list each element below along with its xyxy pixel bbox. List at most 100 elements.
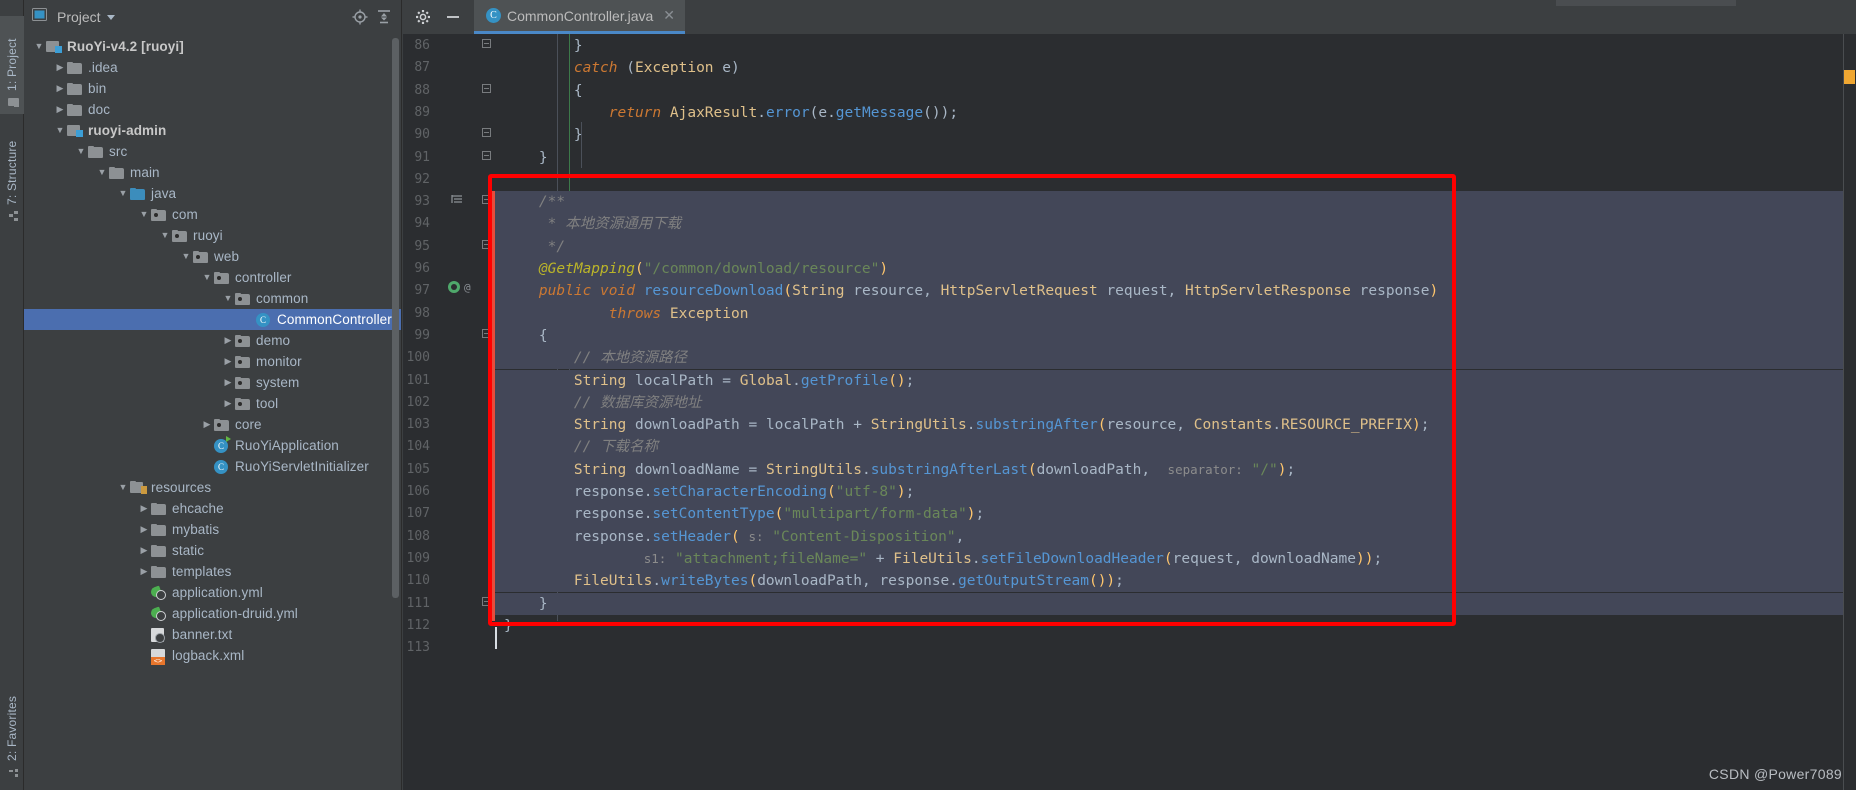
tree-item-doc[interactable]: ▶ doc [24,99,401,120]
code-line[interactable]: public void resourceDownload(String reso… [492,280,1856,303]
code-line[interactable] [492,637,1856,659]
tree-item-common[interactable]: ▼ common [24,288,401,309]
chevron-down-icon[interactable]: ▼ [137,210,151,219]
tree-item-system[interactable]: ▶ system [24,372,401,393]
tree-item-logback-xml[interactable]: ▶logback.xml [24,645,401,666]
fold-toggle-icon[interactable] [481,147,492,169]
chevron-right-icon[interactable]: ▶ [221,357,235,366]
settings-icon[interactable] [414,8,432,26]
code-line[interactable]: /** [492,191,1856,214]
tree-item-ehcache[interactable]: ▶ ehcache [24,498,401,519]
tree-item-demo[interactable]: ▶ demo [24,330,401,351]
chevron-down-icon[interactable]: ▼ [221,294,235,303]
tree-item-banner-txt[interactable]: ▶banner.txt [24,624,401,645]
code-line[interactable]: } [492,615,1856,637]
editor-code-area[interactable]: } catch (Exception e) { return AjaxResul… [492,34,1856,790]
fold-toggle-icon[interactable] [481,124,492,146]
code-line[interactable]: throws Exception [492,302,1856,325]
error-stripe[interactable] [1843,34,1856,790]
fold-toggle-icon[interactable] [481,35,492,57]
tree-item-bin[interactable]: ▶ bin [24,78,401,99]
chevron-down-icon[interactable]: ▼ [158,231,172,240]
code-line[interactable]: return AjaxResult.error(e.getMessage()); [492,102,1856,124]
chevron-down-icon[interactable] [106,14,115,20]
tree-item-resources[interactable]: ▼ resources [24,477,401,498]
tree-item-mybatis[interactable]: ▶ mybatis [24,519,401,540]
javadoc-gutter-icon[interactable] [451,191,463,213]
tree-item-ruoyiapplication[interactable]: ▶CRuoYiApplication [24,435,401,456]
code-line[interactable]: { [492,80,1856,102]
locate-icon[interactable] [351,8,369,26]
tree-item-static[interactable]: ▶ static [24,540,401,561]
tool-tab-structure[interactable]: 7: Structure [0,120,24,228]
fold-toggle-icon[interactable] [481,325,492,347]
tree-item-src[interactable]: ▼ src [24,141,401,162]
chevron-right-icon[interactable]: ▶ [221,336,235,345]
spring-bean-gutter-icon[interactable]: @ [447,280,477,302]
chevron-right-icon[interactable]: ▶ [53,105,67,114]
code-line[interactable]: response.setContentType("multipart/form-… [492,503,1856,526]
code-line[interactable]: // 本地资源路径 [492,347,1856,370]
code-line[interactable]: @GetMapping("/common/download/resource") [492,258,1856,281]
tree-item-templates[interactable]: ▶ templates [24,561,401,582]
tree-item-application-druid-yml[interactable]: ▶application-druid.yml [24,603,401,624]
tree-item-ruoyi-admin[interactable]: ▼ ruoyi-admin [24,120,401,141]
chevron-right-icon[interactable]: ▶ [137,567,151,576]
code-line[interactable]: } [492,35,1856,57]
tree-item-ruoyi-v4-2-ruoyi[interactable]: ▼ RuoYi-v4.2 [ruoyi] [24,36,401,57]
code-line[interactable]: FileUtils.writeBytes(downloadPath, respo… [492,570,1856,593]
project-tree-panel[interactable]: ▼ RuoYi-v4.2 [ruoyi] ▶ .idea ▶ bin ▶ doc ▼ ruoyi-… [24,34,402,790]
chevron-right-icon[interactable]: ▶ [53,63,67,72]
code-line[interactable]: s1: "attachment;fileName=" + FileUtils.s… [492,547,1856,571]
chevron-down-icon[interactable]: ▼ [116,189,130,198]
chevron-down-icon[interactable]: ▼ [74,147,88,156]
code-line[interactable]: */ [492,235,1856,258]
fold-toggle-icon[interactable] [481,80,492,102]
tool-tab-project[interactable]: 1: Project [0,16,24,114]
tree-scrollbar[interactable] [392,38,399,598]
code-line[interactable]: catch (Exception e) [492,57,1856,79]
tree-item-web[interactable]: ▼ web [24,246,401,267]
hide-panel-icon[interactable] [444,8,462,26]
code-line[interactable]: } [492,592,1856,615]
warning-marker[interactable] [1844,70,1855,84]
code-line[interactable]: { [492,324,1856,348]
chevron-right-icon[interactable]: ▶ [221,378,235,387]
code-line[interactable]: } [492,147,1856,169]
fold-toggle-icon[interactable] [481,191,492,213]
fold-toggle-icon[interactable] [481,593,492,615]
chevron-down-icon[interactable]: ▼ [179,252,193,261]
collapse-all-icon[interactable] [375,8,393,26]
tree-item-application-yml[interactable]: ▶application.yml [24,582,401,603]
tree-item-ruoyi[interactable]: ▼ ruoyi [24,225,401,246]
editor-gutter[interactable]: 86 87 88 89 90 91 92 93 94 95 96 97 @98 99 100 101 102 10… [403,34,492,790]
chevron-down-icon[interactable]: ▼ [53,126,67,135]
chevron-down-icon[interactable]: ▼ [116,483,130,492]
code-line[interactable]: String downloadName = StringUtils.substr… [492,458,1856,481]
tree-item-controller[interactable]: ▼ controller [24,267,401,288]
tree-item-ruoyiservletinitializer[interactable]: ▶CRuoYiServletInitializer [24,456,401,477]
tree-item-monitor[interactable]: ▶ monitor [24,351,401,372]
chevron-right-icon[interactable]: ▶ [200,420,214,429]
fold-toggle-icon[interactable] [481,236,492,258]
chevron-down-icon[interactable]: ▼ [32,42,46,51]
code-line[interactable]: response.setHeader( s: "Content-Disposit… [492,525,1856,548]
code-editor[interactable]: 86 87 88 89 90 91 92 93 94 95 96 97 @98 99 100 101 102 10… [403,34,1856,790]
tool-tab-favorites[interactable]: 2: Favorites [0,678,24,784]
editor-tab-commoncontroller[interactable]: C CommonController.java ✕ [474,0,686,34]
tree-item-idea[interactable]: ▶ .idea [24,57,401,78]
code-line[interactable]: * 本地资源通用下载 [492,213,1856,236]
code-line[interactable]: // 数据库资源地址 [492,391,1856,415]
close-icon[interactable]: ✕ [663,7,675,24]
tree-item-core[interactable]: ▶ core [24,414,401,435]
tree-item-java[interactable]: ▼ java [24,183,401,204]
tree-item-commoncontroller[interactable]: ▶CCommonController [24,309,401,330]
code-line[interactable]: String localPath = Global.getProfile(); [492,369,1856,392]
code-line[interactable]: // 下载名称 [492,436,1856,459]
tree-item-com[interactable]: ▼ com [24,204,401,225]
tree-item-main[interactable]: ▼ main [24,162,401,183]
chevron-right-icon[interactable]: ▶ [53,84,67,93]
chevron-right-icon[interactable]: ▶ [137,525,151,534]
code-line[interactable]: response.setCharacterEncoding("utf-8"); [492,481,1856,504]
code-line[interactable] [492,169,1856,191]
